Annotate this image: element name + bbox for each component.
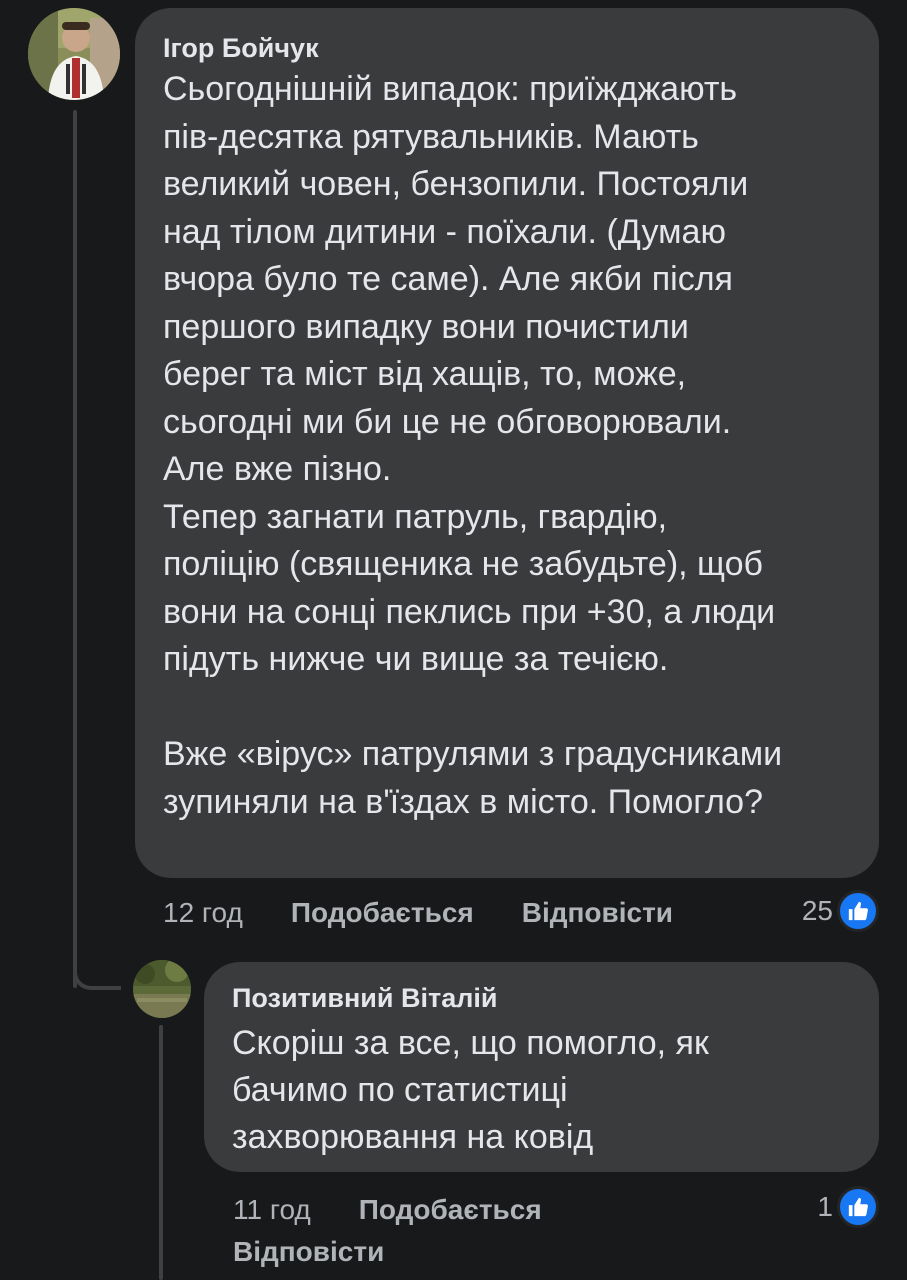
- reaction-count: 1: [817, 1191, 833, 1222]
- reaction-count: 25: [801, 895, 833, 926]
- like-thumbs-up-icon: [837, 1186, 879, 1228]
- reaction-summary[interactable]: 1: [817, 1186, 879, 1228]
- reaction-summary[interactable]: 25: [802, 890, 879, 932]
- reply-timestamp[interactable]: 11 год: [233, 1194, 311, 1226]
- thread-reply-connector: [73, 948, 121, 990]
- reply-thread-line: [159, 1025, 163, 1280]
- avatar[interactable]: [28, 8, 120, 100]
- like-thumbs-up-icon: [837, 890, 879, 932]
- reply-actions: 11 год Подобається: [233, 1190, 542, 1230]
- like-button[interactable]: Подобається: [359, 1194, 542, 1226]
- comment-text: Сьогоднішній випадок: приїжджають пів-де…: [163, 70, 783, 821]
- comment-timestamp[interactable]: 12 год: [163, 897, 243, 929]
- like-button[interactable]: Подобається: [291, 897, 474, 929]
- reply-author[interactable]: Позитивний Віталій: [232, 980, 851, 1016]
- avatar[interactable]: [133, 960, 191, 1018]
- reply-button[interactable]: Відповісти: [233, 1236, 384, 1268]
- thread-connector-line: [73, 110, 77, 988]
- reply-button[interactable]: Відповісти: [522, 897, 673, 929]
- comment-actions: 12 год Подобається Відповісти: [163, 892, 673, 934]
- comment-author[interactable]: Ігор Бойчук: [163, 30, 851, 66]
- reply-text: Скоріш за все, що помогло, як бачимо по …: [232, 1024, 709, 1156]
- reply-bubble: Позитивний Віталій Скоріш за все, що пом…: [204, 962, 879, 1172]
- comment-bubble: Ігор Бойчук Сьогоднішній випадок: приїжд…: [135, 8, 879, 878]
